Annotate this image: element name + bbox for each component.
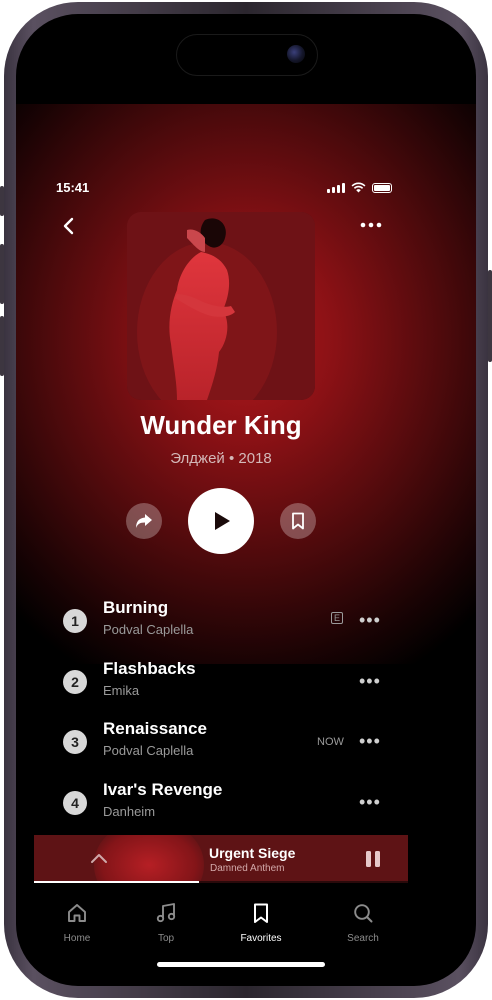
tab-bar: Home Top Favorites Search — [16, 892, 476, 952]
camera-icon — [287, 45, 305, 63]
tab-favorites[interactable]: Favorites — [226, 902, 296, 944]
mini-player[interactable]: Urgent Siege Damned Anthem — [34, 835, 408, 883]
search-icon — [354, 904, 373, 923]
more-options-button[interactable] — [359, 217, 383, 233]
tab-search[interactable]: Search — [328, 902, 398, 944]
side-button — [488, 270, 492, 362]
track-title: Flashbacks — [103, 659, 196, 678]
side-button — [0, 186, 4, 216]
side-button — [0, 316, 4, 376]
track-more-button[interactable]: ••• — [359, 610, 381, 631]
mini-player-artwork — [94, 835, 204, 883]
status-bar: 15:41 — [16, 180, 476, 200]
battery-icon — [372, 182, 392, 193]
album-title: Wunder King — [140, 410, 302, 440]
track-title: Ivar's Revenge — [103, 780, 223, 799]
mini-player-title: Urgent Siege — [209, 845, 296, 861]
playback-progress-bar[interactable] — [34, 881, 408, 883]
phone-screen: 15:41 Wunder King Элджей • 2018 1 Burnin… — [16, 14, 476, 986]
home-icon — [68, 904, 86, 922]
tab-label: Home — [63, 933, 91, 944]
track-artist: Podval Caplella — [103, 743, 194, 758]
signal-icon — [327, 182, 345, 193]
track-title: Burning — [103, 598, 169, 617]
tab-label: Top — [157, 933, 175, 944]
track-number: 2 — [63, 670, 87, 694]
mini-player-artist: Damned Anthem — [210, 863, 285, 874]
wifi-icon — [351, 182, 366, 193]
track-row[interactable]: 4 Ivar's Revenge Danheim ••• — [16, 780, 476, 830]
track-more-button[interactable]: ••• — [359, 792, 381, 813]
pause-button[interactable] — [364, 850, 382, 868]
track-row[interactable]: 2 Flashbacks Emika ••• — [16, 659, 476, 709]
home-indicator — [157, 962, 325, 967]
album-cover-figure — [127, 212, 315, 400]
bookmark-icon — [292, 512, 304, 530]
play-icon — [215, 512, 230, 530]
back-button[interactable] — [60, 216, 80, 236]
track-artist: Danheim — [103, 804, 156, 819]
expand-player-button[interactable] — [90, 851, 108, 865]
music-note-icon — [156, 903, 176, 923]
track-artist: Emika — [103, 683, 140, 698]
explicit-badge: E — [331, 612, 343, 624]
tab-home[interactable]: Home — [42, 902, 112, 944]
track-more-button[interactable]: ••• — [359, 731, 381, 752]
dynamic-island — [176, 34, 318, 76]
album-artist-year: Элджей • 2018 — [170, 450, 272, 467]
tab-top[interactable]: Top — [131, 902, 201, 944]
track-more-button[interactable]: ••• — [359, 671, 381, 692]
track-row[interactable]: 1 Burning Podval Caplella E ••• — [16, 598, 476, 648]
chevron-up-icon — [91, 854, 107, 863]
ellipsis-icon — [360, 222, 382, 228]
track-number: 1 — [63, 609, 87, 633]
track-number: 4 — [63, 791, 87, 815]
chevron-left-icon — [63, 217, 74, 235]
track-artist: Podval Caplella — [103, 622, 194, 637]
share-arrow-icon — [136, 514, 152, 528]
bookmark-icon — [254, 903, 268, 923]
pause-icon — [366, 851, 380, 867]
track-title: Renaissance — [103, 719, 207, 738]
now-playing-label: NOW — [317, 736, 344, 748]
side-button — [0, 244, 4, 304]
share-button[interactable] — [126, 503, 162, 539]
track-number: 3 — [63, 730, 87, 754]
album-cover — [127, 212, 315, 400]
status-time: 15:41 — [56, 180, 90, 195]
save-album-button[interactable] — [280, 503, 316, 539]
track-row[interactable]: 3 Renaissance Podval Caplella NOW ••• — [16, 719, 476, 769]
play-button[interactable] — [188, 488, 254, 554]
tab-label: Favorites — [240, 933, 282, 944]
playback-progress-fill — [34, 881, 199, 883]
tab-label: Search — [347, 933, 379, 944]
